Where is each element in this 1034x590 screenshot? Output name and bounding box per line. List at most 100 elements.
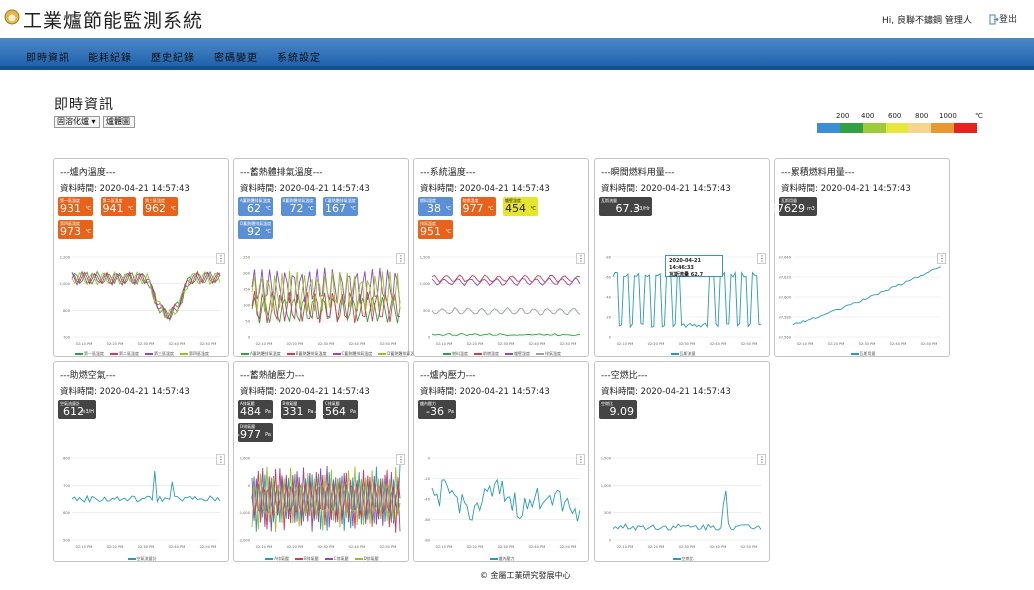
chart-menu-button[interactable]: ⋮ [396,454,405,465]
nav-item-history[interactable]: 歷史紀錄 [151,49,195,64]
value-badge: 爐內壓力 -36 Pa [418,400,456,419]
legend-swatch [378,353,387,355]
y-tick-label: 97,600 [779,296,792,300]
legend-item[interactable]: B蓄熱體排氣溫度 [286,351,327,356]
badge-unit: m3 [806,206,815,212]
legend-item[interactable]: 瓦斯用量 [850,351,876,356]
legend-item[interactable]: 第三區溫度 [145,351,174,356]
card-timestamp: 資料時間: 2020-04-21 14:57:43 [60,387,190,397]
y-tick-label: 97,640 [779,256,792,260]
chart-menu-button[interactable]: ⋮ [576,454,585,465]
badge-value: 973 [60,225,81,238]
chart-menu-button[interactable]: ⋮ [216,454,225,465]
y-tick-label: 0 [428,336,431,340]
legend-item[interactable]: C排氣壓 [324,556,349,561]
trend-chart: 250 200 150 100 50 0 02:10 PM 02:20 PM 02:30 PM 0… [243,256,401,346]
scale-swatch [954,123,978,133]
chart-menu-button[interactable]: ⋮ [216,253,225,264]
legend-item[interactable]: 排氣溫度 [536,351,561,356]
legend-item[interactable]: A排氣壓 [265,556,289,561]
scale-swatch [885,123,909,133]
badge-unit: ℃ [487,206,494,212]
trend-chart: 0 -20 -40 -60 -80 02:10 PM 02:20 PM 02:30 PM 02:… [424,457,581,549]
legend-item[interactable]: 助燃溫度 [474,351,499,356]
y-tick-label: 800 [63,457,71,461]
y-tick-label: -40 [424,498,431,502]
value-badge: A蓄熱體排氣溫度 62 ℃ [238,197,273,216]
y-tick-label: 1,500 [601,457,612,461]
badge-value: 484 [240,405,261,418]
x-tick-label: 02:40 PM [710,342,727,346]
y-tick-label: 97,620 [779,276,792,280]
scale-label: 800 [915,112,929,120]
badge-value: 9.09 [609,405,635,418]
legend-swatch [474,353,482,355]
legend-swatch [286,353,295,355]
chart-menu-button[interactable]: ⋮ [396,253,405,264]
legend-label: 燃料溫度 [452,351,468,356]
chart-menu-button[interactable]: ⋮ [576,253,585,264]
legend-swatch [536,353,544,355]
x-tick-label: 02:50 PM [380,545,397,549]
x-tick-label: 02:40 PM [529,545,546,549]
legend-swatch [324,558,333,560]
logout-button[interactable]: 登出 [989,12,1017,25]
value-badge: 第四區溫度 973 ℃ [58,220,93,239]
y-tick-label: 700 [63,336,71,340]
x-tick-label: 02:10 PM [617,342,634,346]
legend-item[interactable]: 爐壁溫度 [505,351,530,356]
legend-item[interactable]: 第一區溫度 [75,351,104,356]
nav-item-settings[interactable]: 系統設定 [277,49,321,64]
card-3: ---瞬間燃料用量--- 資料時間: 2020-04-21 14:57:43 瓦斯流… [594,158,770,357]
legend-item[interactable]: C蓄熱體排氣溫度 [332,351,372,356]
furnace-diagram-button[interactable]: 爐體圖 [103,116,135,128]
chevron-down-icon: ▾ [91,117,96,126]
card-7: ---爐內壓力--- 資料時間: 2020-04-21 14:57:43 爐內壓力 -… [413,361,589,562]
series-line [431,306,581,316]
value-badge: 爐壁溫度 454 ℃ [503,197,538,216]
badge-unit: Pa [448,409,454,415]
x-tick-label: 02:30 PM [859,342,876,346]
chart-menu-button[interactable]: ⋮ [937,253,946,264]
legend-item[interactable]: 爐內壓力 [489,556,515,561]
legend-swatch [127,558,136,560]
value-badge: 燃料溫度 38 ℃ [418,197,453,216]
y-tick-label: 60 [606,276,611,280]
tooltip-time: 2020-04-21 14:46:33 [669,258,701,271]
nav-item-energy-log[interactable]: 能耗紀錄 [88,49,132,64]
legend-item[interactable]: B排氣壓 [295,556,319,561]
chart-tooltip: 2020-04-21 14:46:33 瓦斯流量 62.7 [665,255,723,278]
badge-unit: Pa [307,409,314,415]
legend-item[interactable]: 燃料溫度 [443,351,468,356]
y-tick-label: 0 [609,336,612,340]
legend-swatch [443,353,451,355]
card-title: ---爐內溫度--- [60,168,116,178]
legend-item[interactable]: 瓦斯流量 [670,351,696,356]
badge-unit: ℃ [445,229,451,235]
card-title: ---爐內壓力--- [420,371,476,381]
value-badge: 瓦斯用量 97629 m3 [770,197,817,216]
card-4: ---累積燃料用量--- 資料時間: 2020-04-21 14:57:43 瓦斯用… [770,158,950,357]
badge-unit: Pa [265,432,271,438]
furnace-select[interactable]: 固溶化爐 ▾ [54,116,100,128]
value-badge: 瓦斯流量 67.3 m3/Hr [599,197,652,216]
legend-item[interactable]: 第四區溫度 [180,351,209,356]
card-title: ---系統溫度--- [420,168,476,178]
value-badge: B排氣壓 331 Pa [280,400,316,419]
y-tick-label: 1,000 [60,282,71,286]
legend-label: D排氣壓 [363,556,379,561]
chart-menu-button[interactable]: ⋮ [757,253,766,264]
legend-item[interactable]: 空燃比 [672,556,694,561]
nav-item-realtime[interactable]: 即時資訊 [26,49,70,64]
badge-value: 941 [102,202,124,215]
nav-item-password[interactable]: 密碼變更 [214,49,258,64]
legend-item[interactable]: D排氣壓 [354,556,379,561]
y-tick-label: 50 [245,320,250,324]
legend-item[interactable]: 第二區溫度 [110,351,139,356]
y-tick-label: 150 [243,288,251,292]
legend-item[interactable]: 空氣流量計 [127,556,157,561]
legend-item[interactable]: A蓄熱體排氣溫度 [241,351,281,356]
card-timestamp: 資料時間: 2020-04-21 14:57:43 [420,387,550,397]
legend-label: 爐壁溫度 [514,351,530,356]
chart-menu-button[interactable]: ⋮ [757,454,766,465]
